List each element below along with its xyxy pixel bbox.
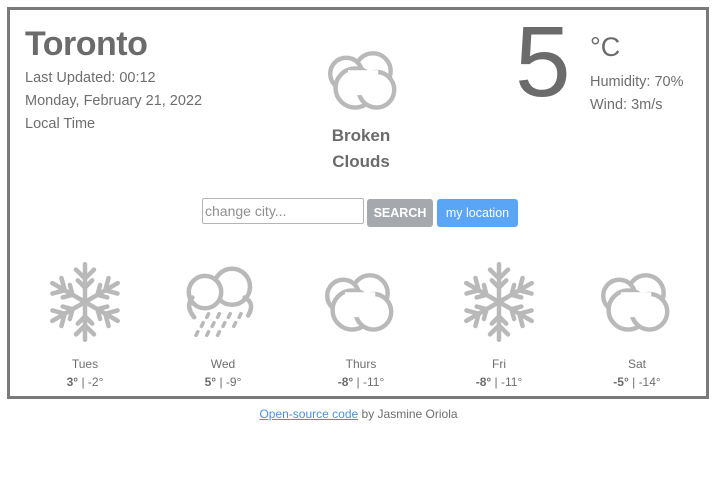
weather-description: Broken Clouds — [265, 123, 457, 175]
current-temperature: 5 — [515, 6, 571, 118]
forecast-low: -14° — [638, 375, 661, 389]
forecast-day-wed: Wed 5° | -9° — [163, 252, 283, 389]
broken-clouds-icon — [319, 40, 409, 125]
temp-separator: | — [494, 375, 498, 389]
forecast-temps: -5° | -14° — [577, 375, 697, 389]
forecast-day-tues: Tues 3° | -2° — [25, 252, 145, 389]
current-date: Monday, February 21, 2022 — [25, 93, 203, 109]
forecast-temps: -8° | -11° — [439, 375, 559, 389]
snowflake-icon — [439, 252, 559, 352]
temp-separator: | — [632, 375, 636, 389]
forecast-low: -2° — [87, 375, 104, 389]
forecast-temps: -8° | -11° — [301, 375, 421, 389]
temp-separator: | — [219, 375, 223, 389]
broken-clouds-icon — [577, 252, 697, 352]
city-name: Toronto — [25, 25, 148, 63]
broken-clouds-icon — [301, 252, 421, 352]
description-line-1: Broken — [331, 126, 391, 145]
forecast-high: -8° — [337, 375, 354, 389]
snow-cloud-icon — [163, 252, 283, 352]
source-code-link[interactable]: Open-source code — [259, 407, 358, 421]
city-search-input[interactable] — [202, 198, 364, 224]
forecast-day-name: Thurs — [345, 357, 377, 371]
forecast-high: 3° — [66, 375, 79, 389]
forecast-low: -11° — [501, 375, 523, 389]
my-location-button[interactable]: my location — [437, 199, 518, 227]
humidity: Humidity: 70% — [590, 74, 684, 90]
forecast-high: -5° — [613, 375, 629, 389]
last-updated: Last Updated: 00:12 — [25, 70, 156, 86]
temperature-unit[interactable]: °C — [590, 32, 620, 63]
local-time-label: Local Time — [25, 116, 96, 132]
forecast-low: -11° — [363, 375, 385, 389]
forecast-day-fri: Fri -8° | -11° — [439, 252, 559, 389]
wind-speed: Wind: 3m/s — [590, 97, 663, 113]
forecast-high: -8° — [475, 375, 492, 389]
author-credit: by Jasmine Oriola — [361, 407, 458, 421]
forecast-day-thurs: Thurs -8° | -11° — [301, 252, 421, 389]
search-button[interactable]: SEARCH — [367, 199, 433, 227]
forecast-high: 5° — [204, 375, 217, 389]
forecast-temps: 5° | -9° — [163, 375, 283, 389]
forecast-day-sat: Sat -5° | -14° — [577, 252, 697, 389]
description-line-2: Clouds — [332, 152, 390, 171]
forecast-temps: 3° | -2° — [25, 375, 145, 389]
forecast-low: -9° — [225, 375, 242, 389]
forecast-day-name: Fri — [492, 357, 506, 371]
forecast-day-name: Tues — [71, 357, 99, 371]
forecast-day-name: Wed — [210, 357, 236, 371]
footer: Open-source code by Jasmine Oriola — [0, 407, 717, 421]
temp-separator: | — [81, 375, 85, 389]
snowflake-icon — [25, 252, 145, 352]
temp-separator: | — [356, 375, 360, 389]
forecast-day-name: Sat — [627, 357, 646, 371]
weather-card: Toronto Last Updated: 00:12 Monday, Febr… — [7, 7, 709, 399]
